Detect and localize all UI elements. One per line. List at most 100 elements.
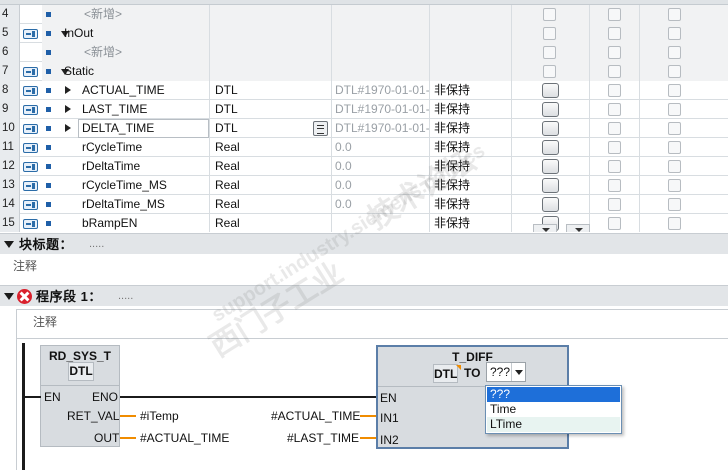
retain-cell[interactable]: 非保持 [430,157,512,176]
table-row[interactable]: 10 DELTA_TIME DTL DTL#1970-01-01-0 非保持 [0,119,728,138]
retain-cell[interactable] [430,62,512,81]
visible-hmi-cell[interactable] [640,176,728,195]
retain-cell[interactable]: 非保持 [430,214,512,232]
visible-hmi-cell[interactable] [640,5,728,24]
data-type-cell[interactable] [210,5,332,24]
write-hmi-cell[interactable] [590,119,640,138]
table-row[interactable]: 9 LAST_TIME DTL DTL#1970-01-01-0 非保持 [0,100,728,119]
name-cell[interactable]: rCycleTime [42,138,210,157]
browse-type-icon[interactable] [313,121,328,136]
access-hmi-cell[interactable] [512,157,590,176]
access-hmi-cell[interactable] [512,138,590,157]
checkbox[interactable] [608,8,621,21]
name-cell[interactable]: rCycleTime_MS [42,176,210,195]
data-type-cell[interactable]: Real [210,214,332,232]
checkbox[interactable] [668,141,681,154]
in1-operand[interactable]: #ACTUAL_TIME [271,409,360,423]
table-row[interactable]: 13 rCycleTime_MS Real 0.0 非保持 [0,176,728,195]
retain-cell[interactable] [430,43,512,62]
visible-hmi-cell[interactable] [640,157,728,176]
data-type-cell[interactable]: Real [210,176,332,195]
checkbox[interactable] [668,122,681,135]
write-hmi-cell[interactable] [590,100,640,119]
setpoint-checkbox[interactable] [542,178,559,193]
checkbox[interactable] [668,217,681,230]
rd-sys-t-type[interactable]: DTL [68,362,94,381]
scroll-down-button-2[interactable] [566,224,590,232]
data-type-cell[interactable] [210,62,332,81]
visible-hmi-cell[interactable] [640,214,728,232]
visible-hmi-cell[interactable] [640,43,728,62]
collapse-triangle-icon[interactable] [4,241,14,248]
t-diff-input-type[interactable]: DTL [433,364,458,383]
retain-cell[interactable]: 非保持 [430,119,512,138]
visible-hmi-cell[interactable] [640,100,728,119]
visible-hmi-cell[interactable] [640,62,728,81]
rd-sys-t-block[interactable]: RD_SYS_T DTL EN ENO RET_VAL OUT [40,345,120,447]
retain-cell[interactable]: 非保持 [430,176,512,195]
data-type-cell[interactable] [210,43,332,62]
visible-hmi-cell[interactable] [640,138,728,157]
checkbox[interactable] [608,46,621,59]
setpoint-checkbox[interactable] [542,102,559,117]
write-hmi-cell[interactable] [590,62,640,81]
checkbox[interactable] [608,179,621,192]
chevron-down-icon[interactable] [511,363,525,381]
checkbox[interactable] [668,27,681,40]
access-hmi-cell[interactable] [512,5,590,24]
access-hmi-cell[interactable] [512,176,590,195]
default-value-cell[interactable]: 0.0 [332,176,430,195]
dropdown-item-ltime[interactable]: LTime [487,417,620,432]
default-value-cell[interactable]: DTL#1970-01-01-0 [332,119,430,138]
visible-hmi-cell[interactable] [640,119,728,138]
collapsed-triangle-icon[interactable] [65,86,71,94]
name-cell[interactable]: ACTUAL_TIME [42,81,210,100]
data-type-cell[interactable]: DTL [210,100,332,119]
name-cell[interactable]: rDeltaTime_MS [42,195,210,214]
retain-cell[interactable] [430,24,512,43]
default-value-cell[interactable] [332,5,430,24]
default-value-cell[interactable]: 0.0 [332,157,430,176]
checkbox[interactable] [668,179,681,192]
block-title-value[interactable]: ..... [89,234,104,255]
default-value-cell[interactable]: 0.0 [332,195,430,214]
to-type-combo[interactable]: ??? [486,362,526,382]
table-row[interactable]: 7 Static [0,62,728,81]
name-cell[interactable]: LAST_TIME [42,100,210,119]
write-hmi-cell[interactable] [590,214,640,232]
name-cell[interactable]: <新增> [42,5,210,24]
default-value-cell[interactable] [332,62,430,81]
checkbox[interactable] [608,65,621,78]
network-title-bar[interactable]: 程序段 1： ..... [0,285,728,306]
checkbox[interactable] [543,46,556,59]
write-hmi-cell[interactable] [590,138,640,157]
write-hmi-cell[interactable] [590,195,640,214]
access-hmi-cell[interactable] [512,100,590,119]
type-dropdown-list[interactable]: ??? Time LTime [485,385,622,434]
table-row[interactable]: 14 rDeltaTime_MS Real 0.0 非保持 [0,195,728,214]
table-row[interactable]: 5 InOut [0,24,728,43]
data-type-cell[interactable]: DTL [210,81,332,100]
data-type-cell[interactable] [210,24,332,43]
table-row[interactable]: 6 <新增> [0,43,728,62]
checkbox[interactable] [543,27,556,40]
checkbox[interactable] [608,198,621,211]
name-cell[interactable]: Static [42,62,210,81]
access-hmi-cell[interactable] [512,195,590,214]
checkbox[interactable] [668,160,681,173]
access-hmi-cell[interactable] [512,24,590,43]
visible-hmi-cell[interactable] [640,81,728,100]
checkbox[interactable] [608,27,621,40]
table-row[interactable]: 12 rDeltaTime Real 0.0 非保持 [0,157,728,176]
checkbox[interactable] [668,65,681,78]
default-value-cell[interactable]: DTL#1970-01-01-0 [332,81,430,100]
checkbox[interactable] [608,103,621,116]
checkbox[interactable] [668,198,681,211]
checkbox[interactable] [608,122,621,135]
checkbox[interactable] [608,160,621,173]
access-hmi-cell[interactable] [512,43,590,62]
table-row[interactable]: 4 <新增> [0,5,728,24]
setpoint-checkbox[interactable] [542,83,559,98]
table-row[interactable]: 15 bRampEN Real 非保持 [0,214,728,232]
dropdown-item-time[interactable]: Time [487,402,620,417]
